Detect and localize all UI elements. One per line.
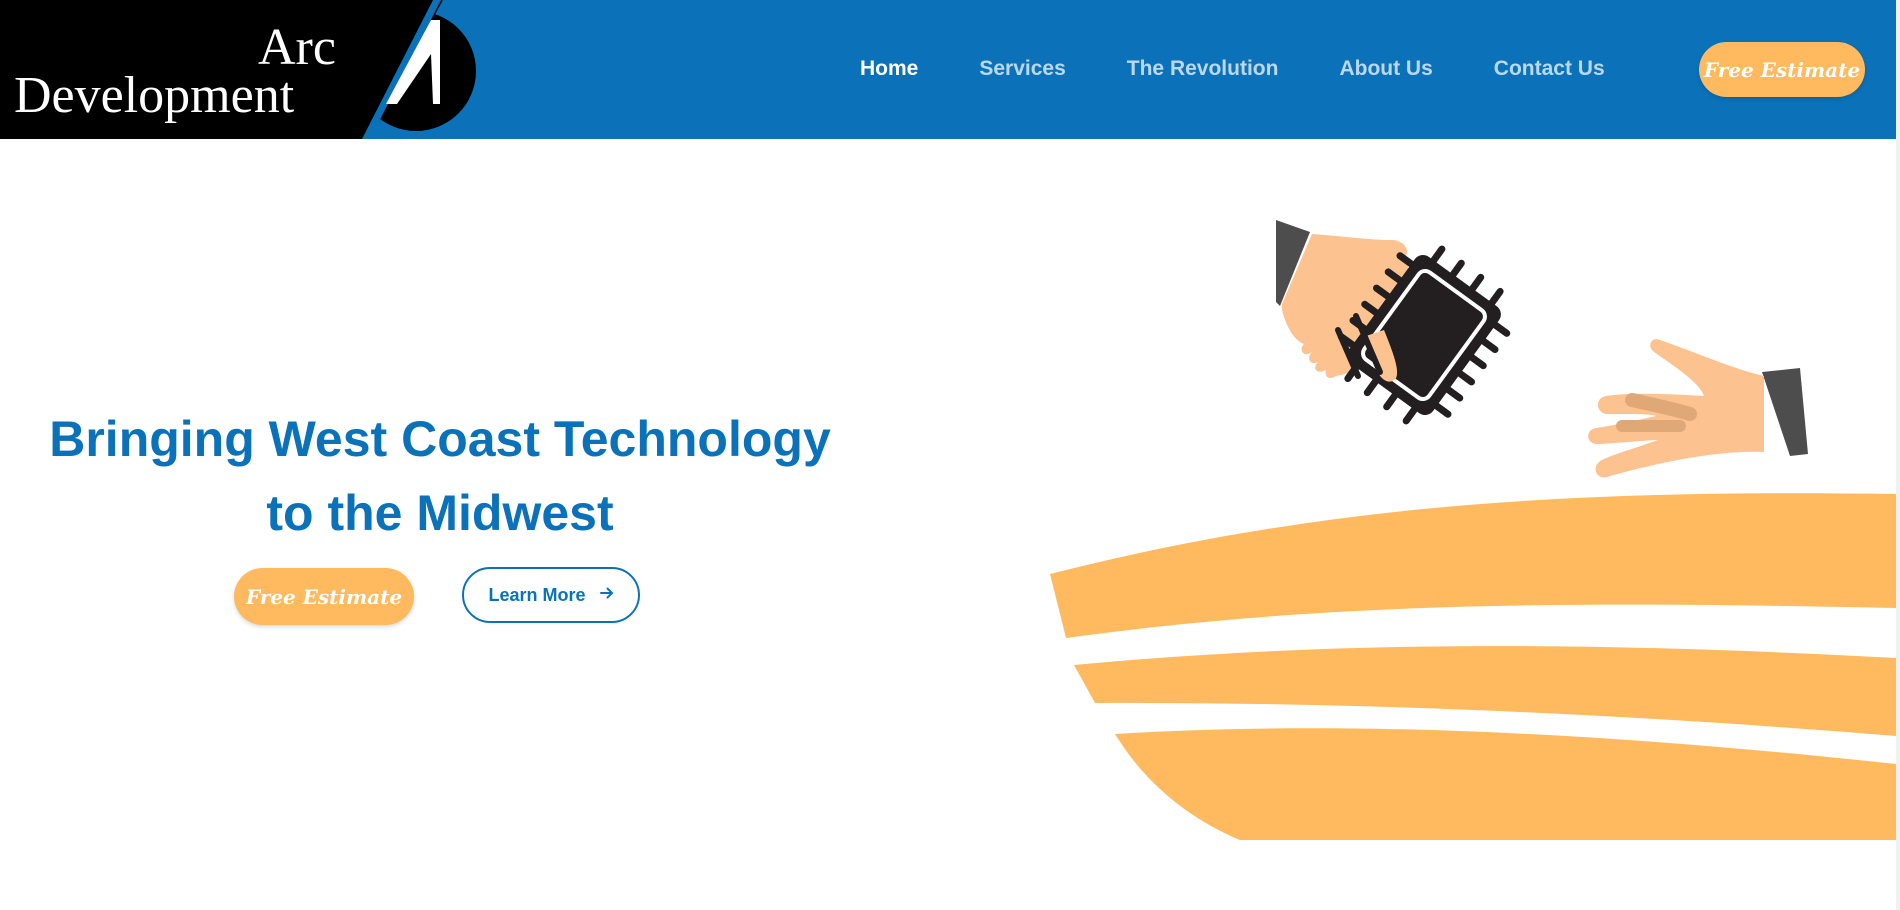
tab-the-revolution[interactable]: The Revolution: [1127, 57, 1279, 81]
landing-page: Arc Development Home Services The Revolu…: [0, 0, 1900, 910]
learn-more-button[interactable]: Learn More: [462, 567, 640, 623]
arrow-right-icon: [599, 587, 614, 603]
scrollbar-track[interactable]: [1896, 0, 1900, 910]
orange-swooshes: [1050, 493, 1896, 840]
tab-services[interactable]: Services: [979, 57, 1065, 81]
right-hand-receiving: [1588, 339, 1808, 478]
logo[interactable]: Arc Development: [0, 0, 480, 139]
hero-free-estimate-button[interactable]: Free Estimate: [234, 568, 414, 625]
logo-text-development: Development: [14, 67, 295, 124]
navbar: Arc Development Home Services The Revolu…: [0, 0, 1896, 139]
tab-home[interactable]: Home: [860, 57, 918, 81]
learn-more-label: Learn More: [488, 584, 586, 605]
tab-contact-us[interactable]: Contact Us: [1494, 57, 1605, 81]
hero-title-line-1: Bringing West Coast Technology: [49, 411, 831, 467]
hero-title-line-2: to the Midwest: [266, 485, 614, 541]
nav-tabs: Home Services The Revolution About Us Co…: [860, 48, 1666, 90]
header-free-estimate-button[interactable]: Free Estimate: [1699, 42, 1865, 97]
tab-about-us[interactable]: About Us: [1339, 57, 1432, 81]
hero-illustration: [1050, 220, 1896, 840]
hero-title: Bringing West Coast Technology to the Mi…: [40, 402, 840, 550]
